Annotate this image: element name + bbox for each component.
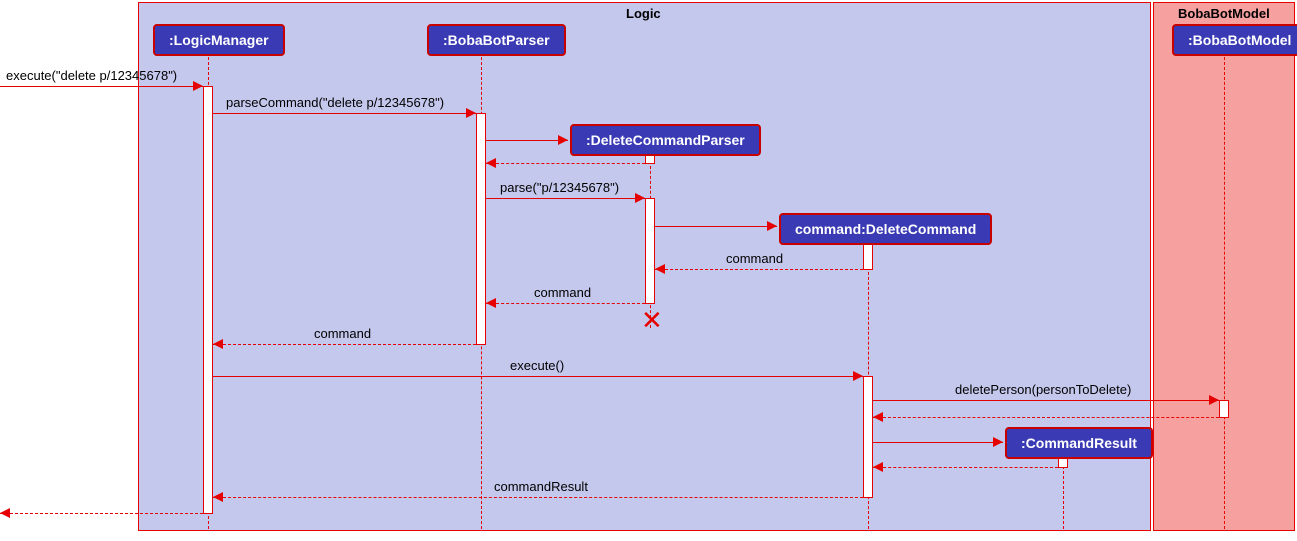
arrow-return-command-3 bbox=[213, 344, 476, 345]
label-m8: deletePerson(personToDelete) bbox=[955, 382, 1131, 397]
participant-commandresult: :CommandResult bbox=[1005, 427, 1153, 459]
label-m5: command bbox=[534, 285, 591, 300]
participant-bobabotmodel: :BobaBotModel bbox=[1172, 24, 1297, 56]
activation-bobabotparser bbox=[476, 113, 486, 345]
arrow-create-dcp bbox=[486, 140, 568, 141]
label-m6: command bbox=[314, 326, 371, 341]
label-m7: execute() bbox=[510, 358, 564, 373]
arrowhead-commandresult bbox=[213, 492, 223, 502]
arrow-final-return bbox=[0, 513, 203, 514]
arrow-return-command-1 bbox=[655, 269, 863, 270]
model-label: BobaBotModel bbox=[1178, 6, 1270, 21]
arrowhead-return-create-dcp bbox=[486, 158, 496, 168]
label-m9: commandResult bbox=[494, 479, 588, 494]
participant-deletecommandparser: :DeleteCommandParser bbox=[570, 124, 761, 156]
arrowhead-create-dc bbox=[767, 221, 777, 231]
arrowhead-final-return bbox=[0, 508, 10, 518]
participant-logicmanager: :LogicManager bbox=[153, 24, 285, 56]
arrowhead-create-cr bbox=[993, 437, 1003, 447]
arrowhead-create-dcp bbox=[558, 135, 568, 145]
arrow-return-command-2 bbox=[486, 303, 645, 304]
arrow-return-deleteperson bbox=[873, 417, 1219, 418]
activation-logicmanager bbox=[203, 86, 213, 514]
arrowhead-execute bbox=[853, 371, 863, 381]
label-m1: execute("delete p/12345678") bbox=[6, 68, 177, 83]
arrow-create-cr bbox=[873, 442, 1003, 443]
activation-deletecommandparser-2 bbox=[645, 198, 655, 304]
arrowhead-return-cr bbox=[873, 462, 883, 472]
destroy-icon: ✕ bbox=[641, 307, 663, 333]
arrowhead-return-deleteperson bbox=[873, 412, 883, 422]
logic-label: Logic bbox=[626, 6, 661, 21]
arrow-deleteperson bbox=[873, 400, 1219, 401]
participant-bobabotparser: :BobaBotParser bbox=[427, 24, 566, 56]
arrow-execute-in bbox=[0, 86, 203, 87]
label-m3: parse("p/12345678") bbox=[500, 180, 619, 195]
activation-deletecommand-2 bbox=[863, 376, 873, 498]
arrow-parse bbox=[486, 198, 645, 199]
label-m4: command bbox=[726, 251, 783, 266]
arrowhead-return-command-2 bbox=[486, 298, 496, 308]
arrow-return-create-dcp bbox=[486, 163, 645, 164]
label-m2: parseCommand("delete p/12345678") bbox=[226, 95, 444, 110]
arrowhead-execute-in bbox=[193, 81, 203, 91]
lifeline-bobabotmodel bbox=[1224, 52, 1225, 529]
activation-bobabotmodel bbox=[1219, 400, 1229, 418]
arrow-create-dc bbox=[655, 226, 777, 227]
arrow-return-cr bbox=[873, 467, 1058, 468]
arrowhead-parsecommand bbox=[466, 108, 476, 118]
arrowhead-deleteperson bbox=[1209, 395, 1219, 405]
arrow-execute bbox=[213, 376, 863, 377]
participant-deletecommand: command:DeleteCommand bbox=[779, 213, 992, 245]
arrowhead-parse bbox=[635, 193, 645, 203]
arrowhead-return-command-1 bbox=[655, 264, 665, 274]
arrow-parsecommand bbox=[213, 113, 476, 114]
arrow-commandresult bbox=[213, 497, 863, 498]
arrowhead-return-command-3 bbox=[213, 339, 223, 349]
